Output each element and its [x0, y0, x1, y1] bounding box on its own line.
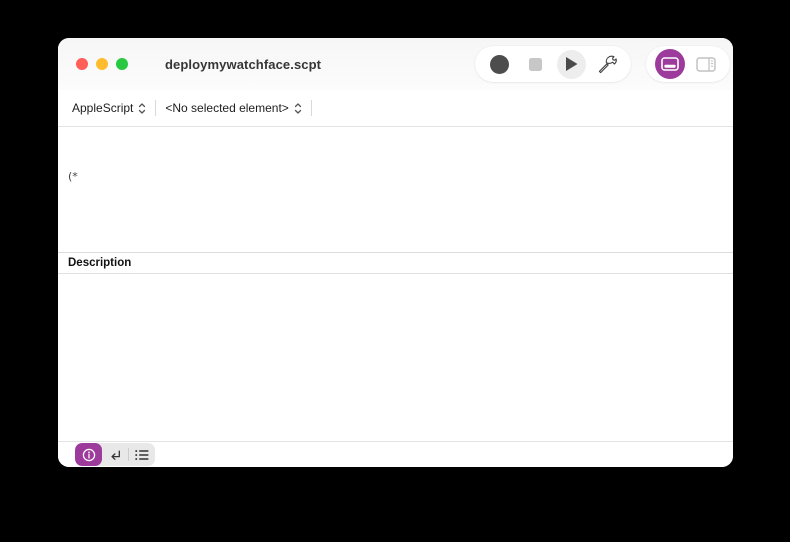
language-popup-label: AppleScript	[72, 101, 133, 115]
play-triangle-icon	[557, 50, 586, 79]
panel-toggles-group	[646, 46, 730, 82]
script-editor-window: deploymywatchface.scpt	[58, 38, 733, 467]
hammer-icon	[596, 53, 618, 75]
element-popup[interactable]: <No selected element>	[161, 101, 305, 115]
list-bullets-icon	[135, 449, 149, 461]
stop-button[interactable]	[517, 46, 553, 82]
accessory-pane-header: Description	[58, 252, 733, 274]
bottom-bar	[58, 441, 733, 467]
result-tab-button[interactable]	[102, 443, 128, 466]
zoom-button[interactable]	[116, 58, 128, 70]
stop-square-icon	[529, 58, 542, 71]
element-popup-label: <No selected element>	[165, 101, 288, 115]
language-popup[interactable]: AppleScript	[68, 101, 150, 115]
navbar-separator	[155, 100, 156, 116]
log-tab-button[interactable]	[129, 443, 155, 466]
description-tab-button[interactable]	[75, 443, 102, 466]
compile-button[interactable]	[589, 46, 625, 82]
title-bar: deploymywatchface.scpt	[58, 38, 733, 90]
traffic-lights	[76, 58, 128, 70]
description-pane-content[interactable]	[58, 274, 733, 441]
run-button[interactable]	[553, 46, 589, 82]
panel-bottom-icon	[655, 49, 685, 79]
minimize-button[interactable]	[96, 58, 108, 70]
record-button[interactable]	[481, 46, 517, 82]
record-circle-icon	[490, 55, 509, 74]
script-editor-text-area[interactable]: (* Watch Face Designer Deployer This fil…	[58, 127, 733, 252]
close-button[interactable]	[76, 58, 88, 70]
chevron-up-down-icon	[294, 102, 302, 115]
navigation-bar: AppleScript <No selected element>	[58, 90, 733, 127]
script-line: (*	[68, 169, 723, 184]
return-arrow-icon	[108, 448, 122, 462]
accessory-pane-title: Description	[68, 257, 131, 269]
chevron-up-down-icon	[138, 102, 146, 115]
info-circle-icon	[82, 448, 96, 462]
accessory-view-toggle-button[interactable]	[652, 46, 688, 82]
window-title: deploymywatchface.scpt	[165, 57, 321, 72]
navbar-separator	[311, 100, 312, 116]
script-line	[68, 214, 723, 229]
bundle-contents-toggle-button[interactable]	[688, 46, 724, 82]
run-controls-group	[475, 46, 631, 82]
panel-right-icon	[696, 57, 716, 72]
accessory-view-segmented-control	[75, 443, 155, 466]
